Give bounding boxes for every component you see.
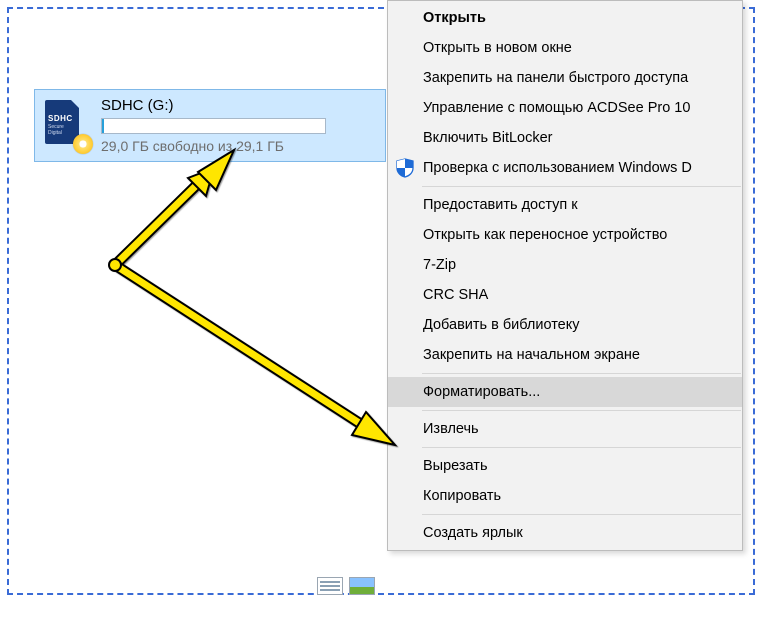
shield-icon: [395, 158, 415, 178]
sdhc-drive-icon: SDHC Secure Digital: [45, 100, 91, 152]
menu-item-crc-sha[interactable]: CRC SHA: [388, 280, 742, 310]
menu-item-label: Открыть: [423, 10, 486, 26]
menu-separator: [422, 186, 741, 187]
sd-card-subtext: Secure Digital: [48, 124, 79, 136]
menu-item-создать-ярлык[interactable]: Создать ярлык: [388, 518, 742, 548]
drive-free-text: 29,0 ГБ свободно из 29,1 ГБ: [101, 138, 375, 154]
sd-card-text: SDHC: [48, 114, 73, 123]
menu-item-label: Создать ярлык: [423, 525, 523, 541]
menu-item-label: CRC SHA: [423, 287, 488, 303]
drive-info: SDHC (G:) 29,0 ГБ свободно из 29,1 ГБ: [101, 97, 375, 154]
menu-separator: [422, 514, 741, 515]
menu-item-7-zip[interactable]: 7-Zip: [388, 250, 742, 280]
menu-item-label: Вырезать: [423, 458, 488, 474]
menu-item-label: Открыть как переносное устройство: [423, 227, 667, 243]
drive-usage-fill: [102, 119, 104, 133]
menu-item-извлечь[interactable]: Извлечь: [388, 414, 742, 444]
menu-item-предоставить-доступ-к[interactable]: Предоставить доступ к: [388, 190, 742, 220]
menu-separator: [422, 373, 741, 374]
view-list-icon[interactable]: [317, 577, 343, 595]
menu-item-label: Предоставить доступ к: [423, 197, 578, 213]
menu-item-форматировать[interactable]: Форматировать...: [388, 377, 742, 407]
menu-item-копировать[interactable]: Копировать: [388, 481, 742, 511]
disc-overlay-icon: [73, 134, 93, 154]
menu-item-добавить-в-библиотеку[interactable]: Добавить в библиотеку: [388, 310, 742, 340]
drive-tile[interactable]: SDHC Secure Digital SDHC (G:) 29,0 ГБ св…: [34, 89, 386, 162]
view-thumbnails-icon[interactable]: [349, 577, 375, 595]
menu-item-label: Добавить в библиотеку: [423, 317, 580, 333]
menu-item-проверка-с-использованием-windows-d[interactable]: Проверка с использованием Windows D: [388, 153, 742, 183]
menu-item-закрепить-на-панели-быстрого-доступа[interactable]: Закрепить на панели быстрого доступа: [388, 63, 742, 93]
menu-item-управление-с-помощью-acdsee-pro-10[interactable]: Управление с помощью ACDSee Pro 10: [388, 93, 742, 123]
menu-item-label: Копировать: [423, 488, 501, 504]
drive-context-menu: Открыть Открыть в новом окне Закрепить на …: [387, 0, 743, 551]
drive-label: SDHC (G:): [101, 97, 375, 114]
menu-separator: [422, 447, 741, 448]
menu-separator: [422, 410, 741, 411]
menu-item-label: Открыть в новом окне: [423, 40, 572, 56]
menu-item-label: Управление с помощью ACDSee Pro 10: [423, 100, 690, 116]
menu-item-label: 7-Zip: [423, 257, 456, 273]
menu-item-label: Извлечь: [423, 421, 479, 437]
menu-item-включить-bitlocker[interactable]: Включить BitLocker: [388, 123, 742, 153]
menu-item-label: Закрепить на панели быстрого доступа: [423, 70, 688, 86]
menu-item-открыть-в-новом-окне[interactable]: Открыть в новом окне: [388, 33, 742, 63]
view-mode-switcher: [317, 577, 375, 595]
menu-item-закрепить-на-начальном-экране[interactable]: Закрепить на начальном экране: [388, 340, 742, 370]
menu-item-label: Закрепить на начальном экране: [423, 347, 640, 363]
menu-item-label: Форматировать...: [423, 384, 540, 400]
menu-item-label: Включить BitLocker: [423, 130, 553, 146]
menu-item-открыть[interactable]: Открыть: [388, 3, 742, 33]
menu-item-вырезать[interactable]: Вырезать: [388, 451, 742, 481]
menu-item-открыть-как-переносное-устройство[interactable]: Открыть как переносное устройство: [388, 220, 742, 250]
drive-usage-bar: [101, 118, 326, 134]
menu-item-label: Проверка с использованием Windows D: [423, 160, 692, 176]
